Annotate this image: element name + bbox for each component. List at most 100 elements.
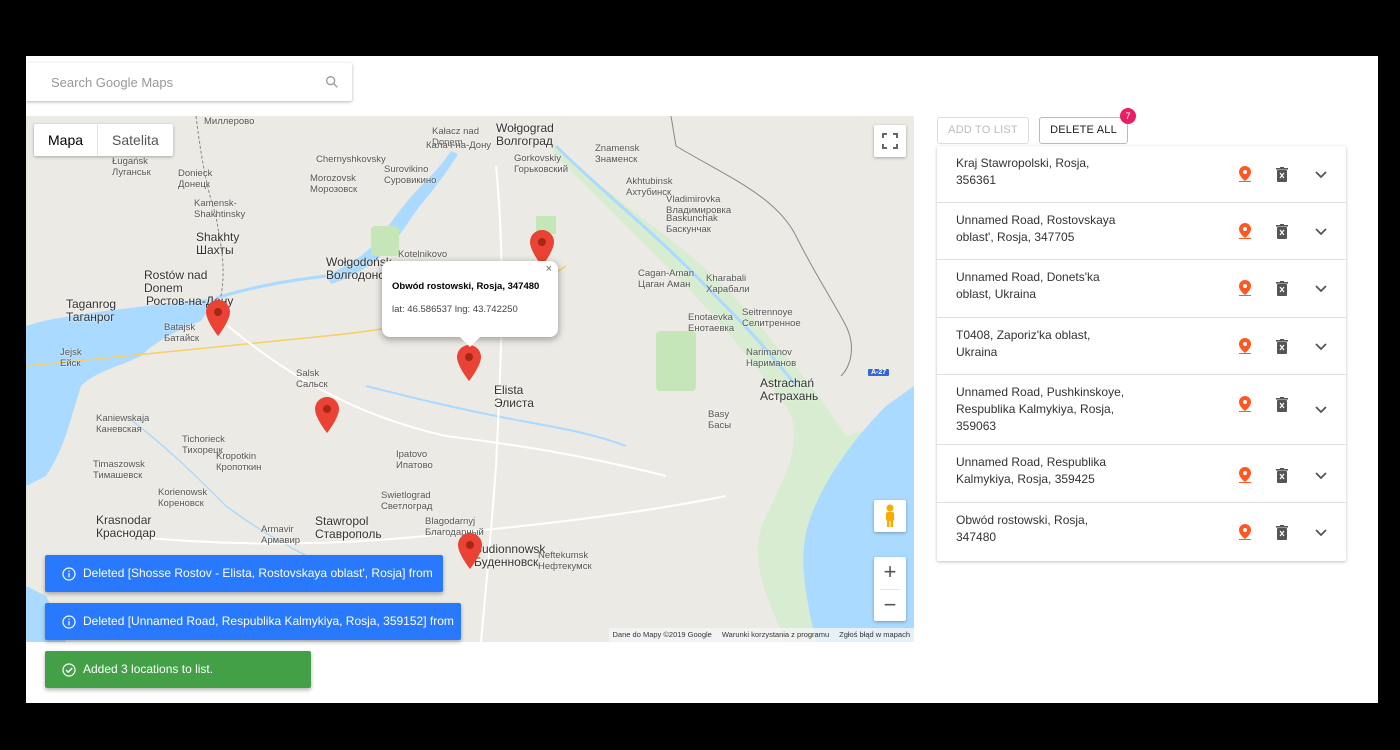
list-item-address: T0408, Zaporiz'ka oblast, Ukraina [956,328,1091,359]
place-label: Cagan-Aman Цаган Аман [638,268,694,290]
location-pin-icon[interactable] [1239,223,1251,239]
list-item[interactable]: Unnamed Road, Respublika Kalmykiya, Rosja… [937,445,1346,503]
fullscreen-icon [882,133,898,149]
list-item-address: Kraj Stawropolski, Rosja, 356361 [956,156,1090,187]
place-label: Znamensk Знаменск [595,143,640,165]
zoom-control: + − [874,557,906,621]
list-item-address: Unnamed Road, Respublika Kalmykiya, Rosja… [956,455,1107,486]
map-marker-icon[interactable] [458,533,482,569]
place-label: Enotaevka Енотаевка [688,312,735,334]
info-window-coords: lat: 46.586537 lng: 43.742250 [392,304,518,315]
place-label: Krasnodar Краснодар [96,513,156,540]
chevron-down-icon[interactable] [1315,228,1327,236]
snackbar-text: Added 3 locations to list. [83,662,214,676]
search-box[interactable] [26,63,352,101]
pegman-icon [886,504,894,527]
place-label: Kamensk- Shakhtinsky [194,198,246,220]
list-item[interactable]: Kraj Stawropolski, Rosja, 356361 [937,146,1346,203]
snackbar-info: Deleted [Shosse Rostov - Elista, Rostovs… [45,555,443,617]
place-label: Baskunchak Баскунчак [666,213,718,235]
list-item-address: Unnamed Road, Rostovskaya oblast', Rosja,… [956,213,1116,244]
info-icon [62,615,76,629]
zoom-in-button[interactable]: + [874,557,906,589]
place-label: Batajsk Батайск [164,322,200,344]
location-list: Kraj Stawropolski, Rosja, 356361 Unnamed … [937,146,1346,561]
map-attribution: Dane do Mapy ©2019 Google [612,630,712,639]
list-item[interactable]: Unnamed Road, Donets'ka oblast, Ukraina [937,260,1346,318]
delete-icon[interactable] [1276,281,1288,296]
chevron-down-icon[interactable] [1315,472,1327,480]
list-item-address: Unnamed Road, Donets'ka oblast, Ukraina [956,270,1100,301]
place-label: Калач-на-Дону [426,140,492,151]
list-item-address: Unnamed Road, Pushkinskoye, Respublika Ka… [956,385,1125,433]
location-pin-icon[interactable] [1239,467,1251,483]
chevron-down-icon[interactable] [1315,285,1327,293]
list-item-address: Obwód rostowski, Rosja, 347480 [956,513,1089,544]
delete-icon[interactable] [1276,167,1288,182]
map-marker-icon[interactable] [206,300,230,336]
delete-all-button[interactable]: DELETE ALL [1039,117,1128,144]
app-window: Миллерово Kałacz nadDonem Калач-на-Дону … [26,56,1378,703]
place-label: Jejsk Ейск [60,347,82,369]
place-label: Narimanov Нариманов [746,347,797,369]
list-item[interactable]: T0408, Zaporiz'ka oblast, Ukraina [937,318,1346,375]
place-label: Shakhty Шахты [196,230,240,257]
location-pin-icon[interactable] [1239,524,1251,540]
report-error-link[interactable]: Zgłoś błąd w mapach [839,628,910,642]
location-pin-icon[interactable] [1239,396,1251,412]
place-label: Korienowsk Кореновск [158,487,208,509]
map-marker-icon[interactable] [457,345,481,381]
delete-icon[interactable] [1276,468,1288,483]
place-label: Stawropol Ставрополь [315,514,382,541]
close-icon[interactable]: × [546,263,552,275]
fullscreen-button[interactable] [874,125,906,157]
map-footer: Dane do Mapy ©2019 Google Warunki korzys… [608,628,914,642]
list-item[interactable]: Obwód rostowski, Rosja, 347480 [937,503,1346,561]
terms-link[interactable]: Warunki korzystania z programu [722,628,829,642]
info-icon [62,567,76,581]
zoom-out-button[interactable]: − [874,590,906,622]
street-view-button[interactable] [874,500,906,532]
delete-icon[interactable] [1276,339,1288,354]
location-pin-icon[interactable] [1239,280,1251,296]
place-label: Kharabali Харабали [706,273,750,295]
place-label: Wołgograd Волгоград [496,121,554,148]
delete-icon[interactable] [1276,397,1288,412]
snackbar-info: Deleted [Unnamed Road, Respublika Kalmyk… [45,603,461,665]
place-label: Morozovsk Морозовск [310,173,358,195]
map-marker-icon[interactable] [315,397,339,433]
place-label: Basy Басы [708,409,732,431]
place-label: Budionnowsk Буденновск [474,542,546,569]
chevron-down-icon[interactable] [1315,406,1327,414]
search-icon[interactable] [324,74,340,90]
chevron-down-icon[interactable] [1315,529,1327,537]
place-label: Astrachań Астрахань [760,376,819,403]
chevron-down-icon[interactable] [1315,171,1327,179]
place-label: Taganrog Таганрог [66,297,117,324]
chevron-down-icon[interactable] [1315,343,1327,351]
delete-icon[interactable] [1276,525,1288,540]
road-badge: A-27 [868,369,890,376]
place-label: Миллерово [204,116,255,127]
place-label: Ługańsk Луганськ [112,156,151,178]
place-label: Seitrennoye Селитренное [742,307,801,329]
map-type-control: Mapa Satelita [34,124,173,156]
list-item[interactable]: Unnamed Road, Pushkinskoye, Respublika Ka… [937,375,1346,445]
search-input[interactable] [26,63,341,101]
snackbar-success: Added 3 locations to list. [45,651,311,688]
place-label: Neftekumsk Нефтекумск [538,550,592,572]
place-label: Donieck Донецк [178,168,213,190]
delete-icon[interactable] [1276,224,1288,239]
place-label: Kaniewskaja Каневская [96,413,150,435]
location-pin-icon[interactable] [1239,338,1251,354]
place-label: Surovikino Суровикино [384,164,437,186]
count-badge: 7 [1120,108,1136,124]
map-type-satellite-button[interactable]: Satelita [98,124,173,156]
place-label: Armavir Армавир [261,524,301,546]
place-label: Ipatovo Ипатово [396,449,433,471]
map-type-map-button[interactable]: Mapa [34,124,99,156]
add-to-list-button[interactable]: ADD TO LIST [937,117,1029,144]
list-item[interactable]: Unnamed Road, Rostovskaya oblast', Rosja,… [937,203,1346,260]
check-circle-icon [62,663,76,677]
location-pin-icon[interactable] [1239,166,1251,182]
